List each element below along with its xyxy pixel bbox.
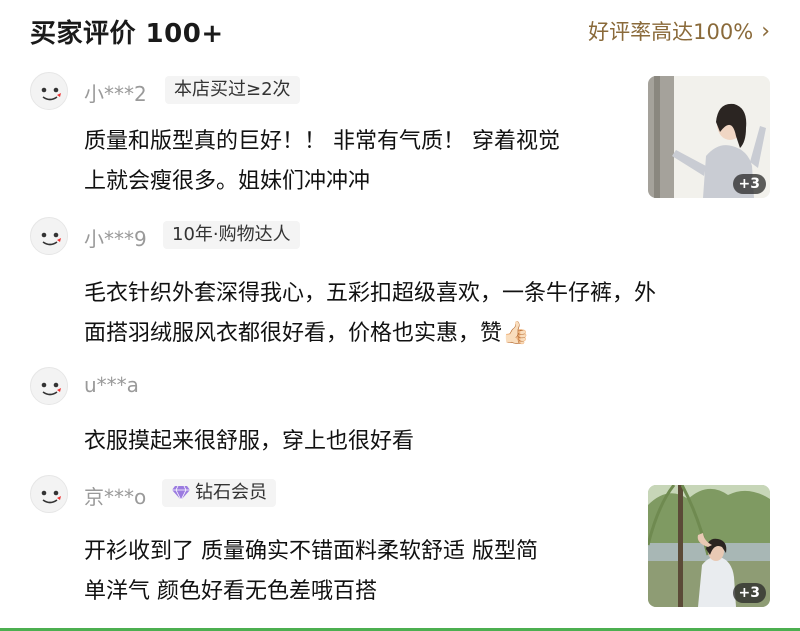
positive-rate-link[interactable]: 好评率高达100% › bbox=[588, 16, 770, 46]
review-text-line: 开衫收到了 质量确实不错面料柔软舒适 版型简 bbox=[84, 539, 538, 564]
avatar[interactable] bbox=[30, 367, 68, 405]
review-item: 小***2 本店买过≥2次 质量和版型真的巨好！！ 非常有气质！ 穿着视觉 上就… bbox=[0, 72, 800, 202]
review-text: 质量和版型真的巨好！！ 非常有气质！ 穿着视觉 上就会瘦很多。姐妹们冲冲冲 bbox=[84, 122, 560, 202]
reviews-title: 买家评价 100+ bbox=[30, 19, 224, 49]
diamond-icon bbox=[172, 485, 190, 501]
review-user-row: 小***9 10年·购物达人 bbox=[0, 217, 600, 257]
chevron-right-icon: › bbox=[761, 18, 770, 44]
review-item: u***a 衣服摸起来很舒服，穿上也很好看 bbox=[0, 367, 800, 467]
review-text-line: 上就会瘦很多。姐妹们冲冲冲 bbox=[84, 169, 371, 194]
badge-label: 钻石会员 bbox=[195, 482, 267, 503]
review-text-line: 面搭羽绒服风衣都很好看，价格也实惠，赞👍🏻 bbox=[84, 321, 530, 346]
review-item: 小***9 10年·购物达人 毛衣针织外套深得我心，五彩扣超级喜欢，一条牛仔裤，… bbox=[0, 217, 800, 357]
review-user-row: 小***2 本店买过≥2次 bbox=[0, 72, 600, 112]
avatar[interactable] bbox=[30, 475, 68, 513]
default-avatar-icon bbox=[31, 73, 67, 109]
review-user-row: 京***o 钻石会员 bbox=[0, 475, 600, 515]
photo-count: +3 bbox=[732, 583, 766, 603]
shopper-badge: 10年·购物达人 bbox=[163, 221, 300, 249]
photo-count: +3 bbox=[732, 174, 766, 194]
review-text-line: 单洋气 颜色好看无色差哦百搭 bbox=[84, 579, 377, 604]
default-avatar-icon bbox=[31, 476, 67, 512]
review-text-line: 毛衣针织外套深得我心，五彩扣超级喜欢，一条牛仔裤，外 bbox=[84, 281, 657, 306]
default-avatar-icon bbox=[31, 218, 67, 254]
review-text-line: 衣服摸起来很舒服，穿上也很好看 bbox=[84, 429, 415, 454]
review-text: 开衫收到了 质量确实不错面料柔软舒适 版型简 单洋气 颜色好看无色差哦百搭 bbox=[84, 532, 538, 612]
review-username: 京***o bbox=[84, 485, 147, 509]
reviews-header: 买家评价 100+ 好评率高达100% › bbox=[0, 0, 800, 62]
review-photo[interactable]: +3 bbox=[648, 485, 770, 607]
review-username: u***a bbox=[84, 373, 139, 397]
review-photo[interactable]: +3 bbox=[648, 76, 770, 198]
review-item: 京***o 钻石会员 开衫收到了 质量确实不错面料柔软舒适 版型简 单洋气 颜色… bbox=[0, 475, 800, 615]
review-text: 毛衣针织外套深得我心，五彩扣超级喜欢，一条牛仔裤，外 面搭羽绒服风衣都很好看，价… bbox=[84, 274, 656, 354]
review-username: 小***2 bbox=[84, 82, 147, 106]
review-text-line: 质量和版型真的巨好！！ 非常有气质！ 穿着视觉 bbox=[84, 129, 560, 154]
positive-rate-label: 好评率高达100% bbox=[588, 20, 754, 44]
default-avatar-icon bbox=[31, 368, 67, 404]
review-user-row: u***a bbox=[0, 367, 600, 407]
badge-label: 本店买过≥2次 bbox=[174, 79, 291, 100]
review-username: 小***9 bbox=[84, 227, 147, 251]
member-badge: 钻石会员 bbox=[162, 479, 276, 507]
review-text: 衣服摸起来很舒服，穿上也很好看 bbox=[84, 422, 414, 462]
buyer-badge: 本店买过≥2次 bbox=[165, 76, 300, 104]
avatar[interactable] bbox=[30, 72, 68, 110]
avatar[interactable] bbox=[30, 217, 68, 255]
badge-label: 10年·购物达人 bbox=[172, 224, 291, 245]
